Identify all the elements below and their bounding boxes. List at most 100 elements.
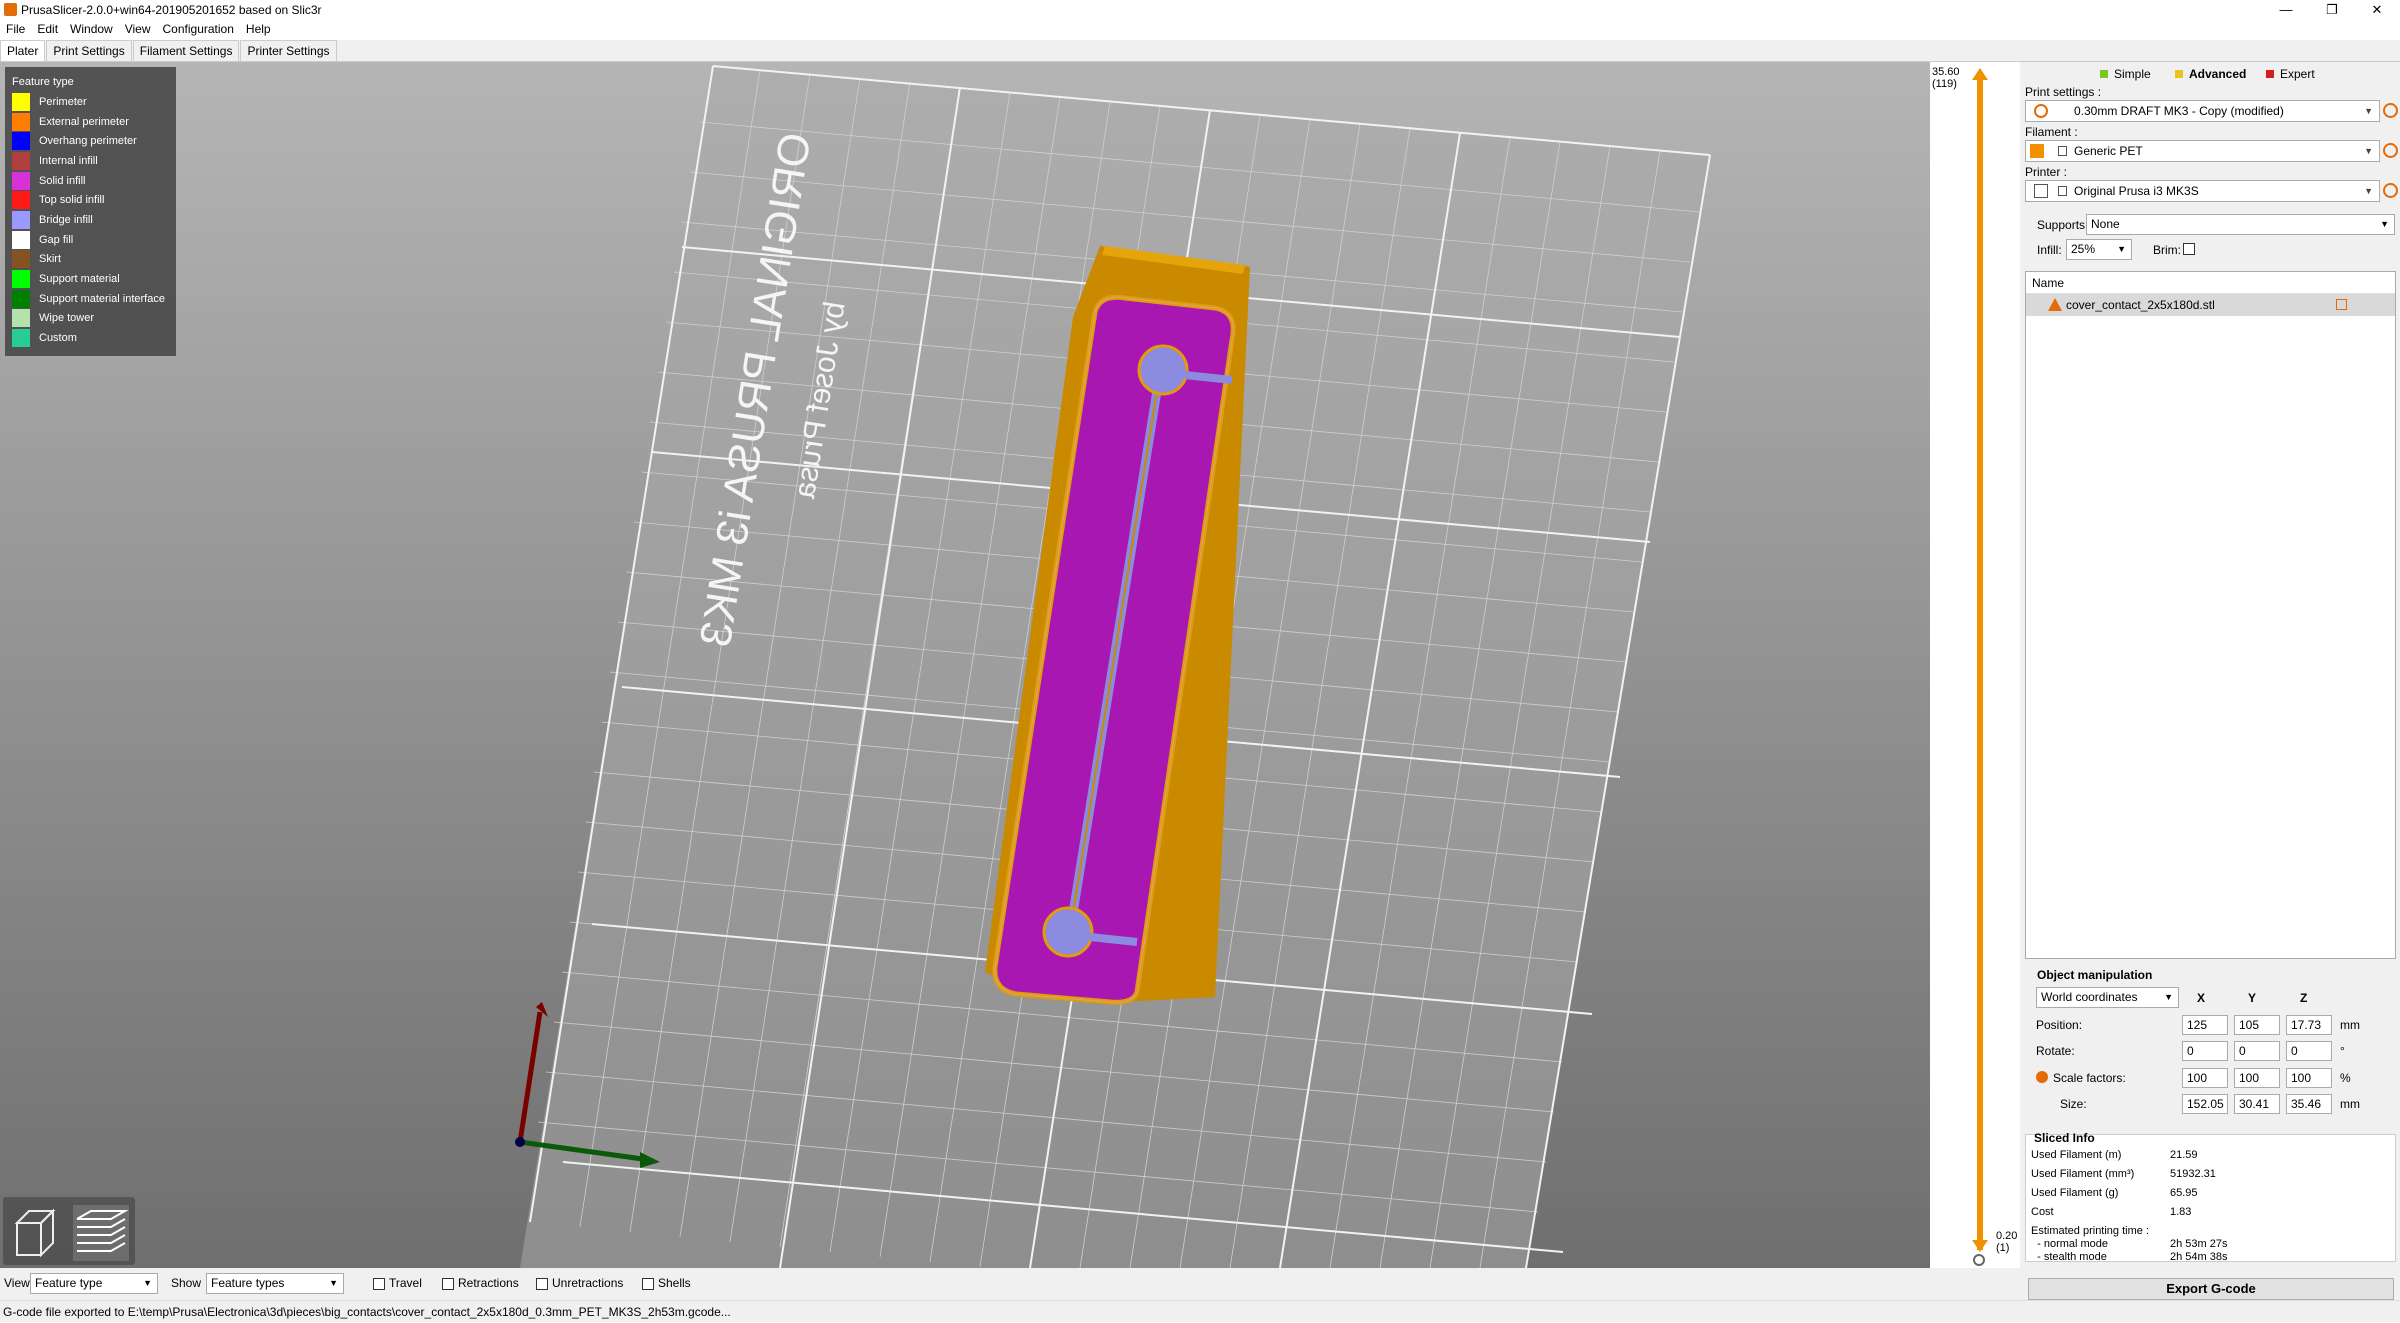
position-x-field[interactable]: 125 (2182, 1015, 2228, 1035)
tab-filament-settings[interactable]: Filament Settings (132, 40, 240, 61)
menu-help[interactable]: Help (240, 20, 277, 38)
minimize-button[interactable]: — (2263, 0, 2309, 20)
object-manipulation-title: Object manipulation (2037, 968, 2153, 982)
print-settings-combo[interactable]: 0.30mm DRAFT MK3 - Copy (modified) ▼ (2025, 100, 2380, 122)
legend-item: Top solid infill (12, 190, 169, 210)
rotate-z-field[interactable]: 0 (2286, 1041, 2332, 1061)
print-preset-icon (2034, 104, 2048, 118)
legend-label: Gap fill (39, 233, 74, 246)
supports-select[interactable]: None ▼ (2086, 214, 2395, 235)
scale-lock-icon[interactable] (2036, 1071, 2048, 1083)
sliced-info-value: 65.95 (2170, 1187, 2198, 1199)
legend-item: Solid infill (12, 171, 169, 191)
show-features-select[interactable]: Feature types ▼ (206, 1273, 344, 1294)
export-gcode-button[interactable]: Export G-code (2028, 1278, 2394, 1300)
unretractions-checkbox[interactable]: Unretractions (536, 1276, 623, 1290)
size-x-field[interactable]: 152.05 (2182, 1094, 2228, 1114)
retractions-checkbox-box[interactable] (442, 1277, 454, 1290)
show-label: Show (171, 1276, 202, 1290)
rotate-x-field[interactable]: 0 (2182, 1041, 2228, 1061)
3d-view-icon[interactable] (11, 1205, 67, 1261)
close-button[interactable]: ✕ (2354, 0, 2400, 20)
layer-slider-track[interactable] (1977, 80, 1983, 1250)
scale-y-field[interactable]: 100 (2234, 1068, 2280, 1088)
print-settings-value: 0.30mm DRAFT MK3 - Copy (modified) (2074, 104, 2284, 118)
tab-print-settings[interactable]: Print Settings (46, 40, 132, 61)
travel-checkbox[interactable]: Travel (373, 1276, 422, 1290)
chevron-down-icon: ▼ (2364, 146, 2373, 156)
infill-label: Infill: (2037, 243, 2062, 257)
unretractions-checkbox-box[interactable] (536, 1277, 548, 1290)
shells-checkbox[interactable]: Shells (642, 1276, 691, 1290)
layer-bottom-thumb[interactable] (1972, 1240, 1988, 1252)
scale-z-field[interactable]: 100 (2286, 1068, 2332, 1088)
legend-swatch (12, 210, 30, 229)
object-bottom-slot (1089, 933, 1138, 946)
scale-label: Scale factors: (2053, 1071, 2126, 1085)
legend-item: Support material interface (12, 289, 169, 309)
mode-expert-icon (2266, 70, 2274, 78)
warning-icon[interactable] (2048, 298, 2062, 311)
filament-label: Filament : (2025, 125, 2078, 139)
view-type-select[interactable]: Feature type ▼ (30, 1273, 158, 1294)
infill-value: 25% (2071, 242, 2096, 256)
shells-label: Shells (658, 1276, 691, 1290)
legend-label: Support material (39, 273, 120, 286)
status-bar: G-code file exported to E:\temp\Prusa\El… (0, 1300, 2400, 1322)
shells-checkbox-box[interactable] (642, 1277, 654, 1290)
size-y-field[interactable]: 30.41 (2234, 1094, 2280, 1114)
mode-simple-button[interactable]: Simple (2100, 67, 2151, 81)
legend-label: Internal infill (39, 154, 98, 167)
chevron-down-icon: ▼ (2164, 992, 2173, 1002)
preview-layers-icon[interactable] (73, 1205, 129, 1261)
rotate-unit: ° (2340, 1044, 2345, 1058)
legend-item: Skirt (12, 250, 169, 270)
retractions-checkbox[interactable]: Retractions (442, 1276, 519, 1290)
maximize-button[interactable]: ❐ (2309, 0, 2355, 20)
3d-viewport[interactable]: ORIGINAL PRUSA i3 MK3 by Josef Prusa Fea… (0, 62, 1930, 1268)
legend-label: Top solid infill (39, 194, 105, 207)
legend-swatch (12, 151, 30, 170)
legend-item: Wipe tower (12, 309, 169, 329)
brim-checkbox[interactable] (2183, 243, 2195, 255)
mode-simple-label: Simple (2114, 67, 2151, 81)
view-type-value: Feature type (35, 1276, 103, 1290)
size-z-field[interactable]: 35.46 (2286, 1094, 2332, 1114)
menu-file[interactable]: File (0, 20, 31, 38)
object-bottom-hole (1042, 906, 1094, 958)
chevron-down-icon: ▼ (329, 1278, 338, 1288)
position-z-field[interactable]: 17.73 (2286, 1015, 2332, 1035)
coordinate-system-select[interactable]: World coordinates ▼ (2036, 987, 2179, 1008)
tab-printer-settings[interactable]: Printer Settings (240, 40, 337, 61)
filament-combo[interactable]: Generic PET ▼ (2025, 140, 2380, 162)
app-icon (4, 3, 17, 16)
travel-checkbox-box[interactable] (373, 1277, 385, 1290)
slider-cog-icon[interactable] (1973, 1254, 1985, 1266)
infill-select[interactable]: 25% ▼ (2066, 239, 2132, 260)
legend-label: Skirt (39, 253, 61, 266)
legend-swatch (12, 191, 30, 210)
legend-item: Perimeter (12, 92, 169, 112)
rotate-y-field[interactable]: 0 (2234, 1041, 2280, 1061)
axis-x-header: X (2197, 991, 2206, 1005)
tab-plater[interactable]: Plater (0, 40, 46, 61)
menu-view[interactable]: View (119, 20, 157, 38)
position-y-field[interactable]: 105 (2234, 1015, 2280, 1035)
layer-top-thumb[interactable] (1972, 68, 1988, 80)
edit-settings-icon[interactable] (2336, 299, 2347, 310)
mode-expert-button[interactable]: Expert (2266, 67, 2315, 81)
legend-swatch (12, 92, 30, 111)
menu-window[interactable]: Window (64, 20, 119, 38)
filament-gear-icon[interactable] (2383, 143, 2398, 158)
sliced-info-label: Estimated printing time : (2031, 1225, 2149, 1237)
print-settings-gear-icon[interactable] (2383, 103, 2398, 118)
menu-configuration[interactable]: Configuration (157, 20, 240, 38)
scale-x-field[interactable]: 100 (2182, 1068, 2228, 1088)
menu-edit[interactable]: Edit (31, 20, 64, 38)
printer-gear-icon[interactable] (2383, 183, 2398, 198)
printer-combo[interactable]: Original Prusa i3 MK3S ▼ (2025, 180, 2380, 202)
legend-item: External perimeter (12, 112, 169, 132)
mode-advanced-button[interactable]: Advanced (2175, 67, 2246, 81)
object-list-item[interactable]: cover_contact_2x5x180d.stl (2026, 294, 2395, 316)
legend-item: Support material (12, 269, 169, 289)
